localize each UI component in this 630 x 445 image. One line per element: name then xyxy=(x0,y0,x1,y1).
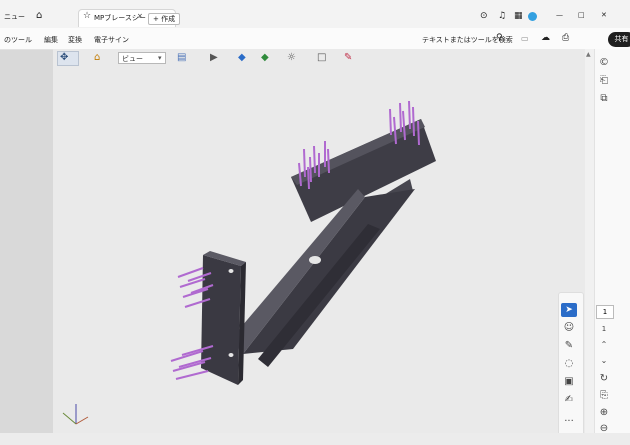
home-icon[interactable]: ⌂ xyxy=(36,10,42,21)
copy-pages-icon[interactable]: ⧉ xyxy=(596,92,612,106)
center-hole xyxy=(309,256,321,264)
page-total: 1 xyxy=(601,325,607,333)
zoom-in-icon[interactable]: ⊕ xyxy=(596,406,612,420)
close-button[interactable]: ✕ xyxy=(601,11,607,19)
cloud-icon[interactable]: ☁ xyxy=(541,33,550,43)
bell-icon[interactable]: ♫ xyxy=(498,11,506,21)
panel-icon[interactable]: ▭ xyxy=(521,34,529,43)
page-number-input[interactable]: 1 xyxy=(596,305,614,319)
3d-model-view xyxy=(62,100,436,425)
minimize-button[interactable]: — xyxy=(556,11,563,19)
lasso-icon[interactable]: ◌ xyxy=(561,357,577,371)
more-tools-button[interactable]: ... xyxy=(561,412,577,426)
close-tab-icon[interactable]: × xyxy=(137,12,143,20)
page-view-icon[interactable]: ⎘ xyxy=(596,389,612,403)
diagonal-web xyxy=(243,189,415,354)
help-icon[interactable]: ⊙ xyxy=(480,11,488,21)
plate-hole-2 xyxy=(228,353,234,357)
page-up-icon[interactable]: ⌃ xyxy=(596,338,612,352)
text-box-icon[interactable]: ▣ xyxy=(561,375,577,389)
add-comment-icon[interactable]: ☺ xyxy=(561,321,577,335)
new-tab-button[interactable]: + 作成 xyxy=(148,13,181,25)
search-icon[interactable]: ⚲ xyxy=(496,33,503,43)
apps-grid-icon[interactable]: ▦ xyxy=(514,11,523,21)
avatar[interactable] xyxy=(528,12,537,21)
bottom-bar xyxy=(0,433,630,445)
page-down-icon[interactable]: ⌄ xyxy=(596,354,612,368)
rotate-icon[interactable]: ↻ xyxy=(596,372,612,386)
menu-item-esign[interactable]: 電子サイン xyxy=(94,35,129,45)
vertical-scrollbar[interactable] xyxy=(585,49,594,433)
axis-gizmo xyxy=(62,404,89,425)
bookmark-icon[interactable]: ⎗ xyxy=(596,74,612,88)
menu-item-convert[interactable]: 変換 xyxy=(68,35,82,45)
scroll-up-icon[interactable]: ▲ xyxy=(586,51,591,58)
select-cursor-icon[interactable]: ➤ xyxy=(561,303,577,317)
maximize-button[interactable]: □ xyxy=(578,11,585,19)
pencil-icon[interactable]: ✎ xyxy=(561,339,577,353)
menu-item-tools[interactable]: のツール xyxy=(4,35,32,45)
comment-icon[interactable]: © xyxy=(596,56,612,70)
share-button[interactable]: 共有 xyxy=(608,32,630,47)
stamp-icon[interactable]: ✍ xyxy=(561,393,577,407)
left-clipped-label: ニュー xyxy=(4,13,25,21)
menu-item-edit[interactable]: 編集 xyxy=(44,35,58,45)
star-icon[interactable]: ☆ xyxy=(83,11,91,21)
plate-hole-1 xyxy=(228,269,234,273)
print-icon[interactable]: ⎙ xyxy=(562,33,569,43)
